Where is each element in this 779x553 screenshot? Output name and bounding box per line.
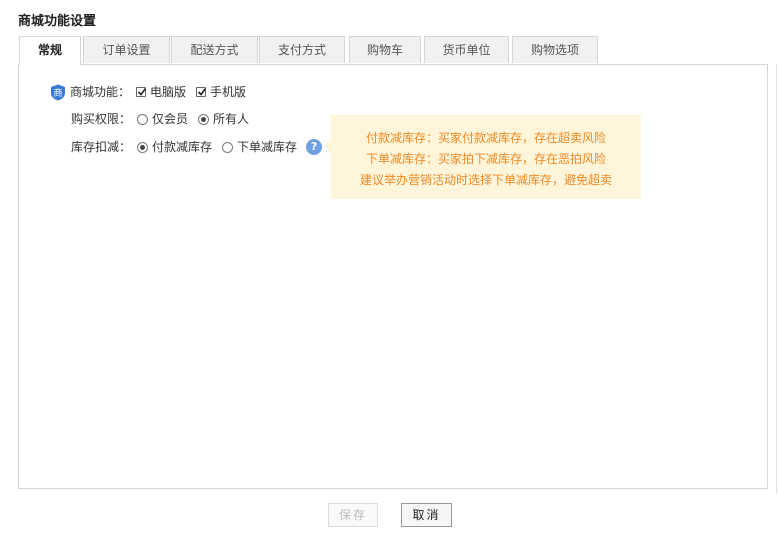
page-title: 商城功能设置 [18,14,97,29]
mall-function-row: 商 商城功能： 电脑版 手机版 [50,83,250,101]
members-only-label[interactable]: 仅会员 [152,110,188,128]
panel-right-edge [776,64,777,494]
mobile-option-label[interactable]: 手机版 [210,83,246,101]
deduct-on-payment-label[interactable]: 付款减库存 [152,138,212,156]
everyone-label[interactable]: 所有人 [213,110,249,128]
shop-badge-icon: 商 [50,84,66,101]
tab-order-settings[interactable]: 订单设置 [83,36,170,63]
cancel-button[interactable]: 取消 [401,503,452,527]
tooltip-line: 下单减库存：买家拍下减库存，存在恶拍风险 [365,152,606,166]
inventory-deduction-row: 库存扣减： 付款减库存 下单减库存 ? [71,138,323,156]
shop-badge-glyph: 商 [53,87,62,99]
mobile-checkbox[interactable] [196,87,207,97]
tab-cart[interactable]: 购物车 [349,36,421,63]
inventory-tooltip: 付款减库存：买家付款减库存，存在超卖风险 下单减库存：买家拍下减库存，存在恶拍风… [324,115,641,199]
members-only-radio[interactable] [137,113,149,125]
save-button[interactable]: 保存 [328,503,378,527]
purchase-permission-label: 购买权限： [71,112,132,126]
tab-general[interactable]: 常规 [19,36,81,65]
help-icon[interactable]: ? [306,139,323,155]
everyone-radio[interactable] [198,113,210,125]
desktop-checkbox[interactable] [136,87,147,97]
tab-shipping-methods[interactable]: 配送方式 [171,36,258,63]
deduct-on-payment-radio[interactable] [137,141,149,153]
deduct-on-order-label[interactable]: 下单减库存 [237,138,297,156]
tab-currency-unit[interactable]: 货币单位 [424,36,509,63]
purchase-permission-row: 购买权限： 仅会员 所有人 [71,110,253,128]
tab-shopping-options[interactable]: 购物选项 [512,36,598,63]
inventory-deduction-label: 库存扣减： [71,140,132,154]
tooltip-line: 建议举办营销活动时选择下单减库存，避免超卖 [359,173,612,187]
tab-payment-methods[interactable]: 支付方式 [259,36,345,63]
tooltip-line: 付款减库存：买家付款减库存，存在超卖风险 [365,131,606,145]
deduct-on-order-radio[interactable] [222,141,234,153]
desktop-option-label[interactable]: 电脑版 [150,83,186,101]
mall-function-label: 商城功能： [70,85,131,99]
